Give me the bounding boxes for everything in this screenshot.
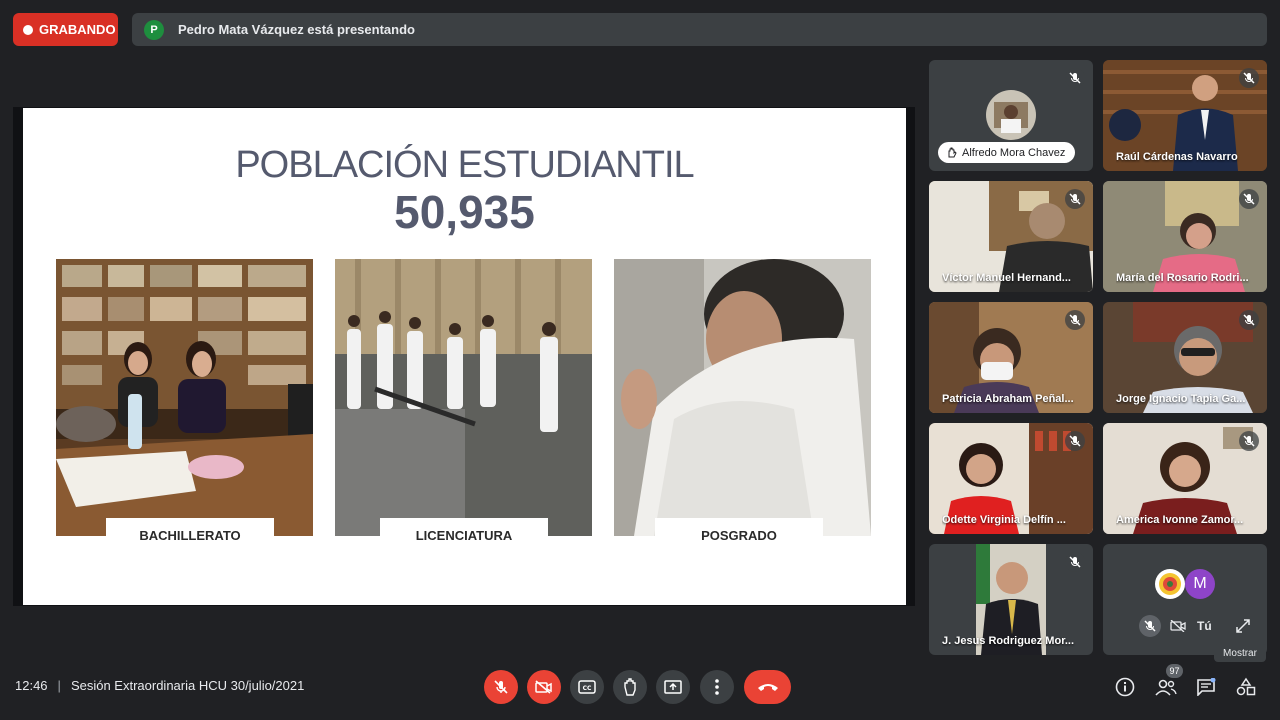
caption-bachillerato: BACHILLERATO: [106, 518, 274, 552]
raised-hand-icon: [948, 147, 957, 158]
presenting-text: Pedro Mata Vázquez está presentando: [178, 22, 415, 37]
participant-name: Víctor Manuel Hernand...: [942, 272, 1071, 284]
participants-button[interactable]: [1155, 676, 1177, 698]
separator: |: [57, 678, 61, 693]
participant-tile[interactable]: Patricia Abraham Peñal...: [929, 302, 1093, 413]
mic-off-icon: [1065, 310, 1085, 330]
meeting-name: Sesión Extraordinaria HCU 30/julio/2021: [70, 678, 305, 693]
slide-number: 50,935: [394, 186, 535, 238]
mic-off-icon: [1239, 68, 1259, 88]
participant-tile[interactable]: María del Rosario Rodri...: [1103, 181, 1267, 292]
camera-toggle-button[interactable]: [527, 670, 561, 704]
expand-icon[interactable]: [1232, 615, 1254, 637]
leave-call-button[interactable]: [744, 670, 791, 704]
self-label: Tú: [1197, 619, 1212, 633]
meeting-info-button[interactable]: [1114, 676, 1136, 698]
meeting-details: 12:46 | Sesión Extraordinaria HCU 30/jul…: [15, 678, 304, 693]
participant-tile[interactable]: Jorge Ignacio Tapia Ga...: [1103, 302, 1267, 413]
activities-icon: [1236, 677, 1256, 696]
raise-hand-icon: [624, 678, 636, 696]
mic-off-icon: [494, 680, 508, 694]
mic-off-icon: [1065, 431, 1085, 451]
chat-icon: [1197, 678, 1216, 696]
presenting-banner: P Pedro Mata Vázquez está presentando: [132, 13, 1267, 46]
people-icon: [1155, 679, 1177, 696]
participant-count-badge: 97: [1166, 664, 1183, 678]
mic-off-icon: [1065, 189, 1085, 209]
recording-indicator[interactable]: GRABANDO: [13, 13, 118, 46]
photo-licenciatura: [335, 259, 592, 536]
mic-toggle-button[interactable]: [484, 670, 518, 704]
mic-off-icon: [1239, 431, 1259, 451]
caption-posgrado: POSGRADO: [655, 518, 823, 552]
show-tooltip: Mostrar: [1214, 644, 1266, 662]
photo-bachillerato: [56, 259, 313, 536]
presentation-stage: POBLACIÓN ESTUDIANTIL 50,935 BACHILLERAT…: [13, 107, 915, 606]
logo-avatar: [1155, 569, 1185, 599]
mic-off-icon: [1065, 68, 1085, 88]
participant-tile[interactable]: America Ivonne Zamor...: [1103, 423, 1267, 534]
present-icon: [664, 680, 682, 694]
raise-hand-button[interactable]: [613, 670, 647, 704]
participant-name: Raúl Cárdenas Navarro: [1116, 151, 1238, 163]
slide-title: POBLACIÓN ESTUDIANTIL: [235, 144, 694, 186]
photo-posgrado: [614, 259, 871, 536]
self-tile[interactable]: M Tú: [1103, 544, 1267, 655]
mic-off-icon: [1239, 310, 1259, 330]
activities-button[interactable]: [1235, 676, 1257, 698]
participant-name: America Ivonne Zamor...: [1116, 514, 1244, 526]
svg-text:CC: CC: [583, 685, 592, 692]
record-dot-icon: [23, 24, 33, 35]
participant-tile[interactable]: Alfredo Mora Chavez: [929, 60, 1093, 171]
camera-off-icon[interactable]: [1167, 615, 1189, 637]
chat-button[interactable]: [1195, 676, 1217, 698]
participant-name-pill: Alfredo Mora Chavez: [938, 142, 1076, 163]
end-call-icon: [757, 684, 778, 691]
captions-icon: CC: [578, 680, 596, 694]
mic-off-icon: [1239, 189, 1259, 209]
participant-name: Odette Virginia Delfín ...: [942, 514, 1066, 526]
recording-label: GRABANDO: [39, 22, 116, 37]
more-options-button[interactable]: [700, 670, 734, 704]
mic-off-icon[interactable]: [1139, 615, 1161, 637]
self-controls: Tú: [1139, 612, 1267, 640]
participant-tile[interactable]: Odette Virginia Delfín ...: [929, 423, 1093, 534]
participant-name: María del Rosario Rodri...: [1116, 272, 1249, 284]
participant-name: Jorge Ignacio Tapia Ga...: [1116, 393, 1246, 405]
presenter-avatar: P: [144, 19, 164, 40]
participant-name: Alfredo Mora Chavez: [962, 146, 1066, 159]
info-icon: [1115, 677, 1135, 697]
self-avatar: M: [1185, 569, 1215, 599]
participant-tile[interactable]: Víctor Manuel Hernand...: [929, 181, 1093, 292]
present-button[interactable]: [656, 670, 690, 704]
participant-name: Patricia Abraham Peñal...: [942, 393, 1074, 405]
clock-time: 12:46: [15, 678, 48, 693]
participant-name: J. Jesus Rodriguez Mor...: [942, 635, 1075, 647]
caption-licenciatura: LICENCIATURA: [380, 518, 548, 552]
mic-off-icon: [1065, 552, 1085, 572]
captions-button[interactable]: CC: [570, 670, 604, 704]
participant-avatar: [986, 90, 1036, 140]
participant-tile[interactable]: J. Jesus Rodriguez Mor...: [929, 544, 1093, 655]
participant-tile[interactable]: Raúl Cárdenas Navarro: [1103, 60, 1267, 171]
camera-off-icon: [535, 680, 552, 694]
slide: POBLACIÓN ESTUDIANTIL 50,935 BACHILLERAT…: [23, 108, 906, 605]
more-vert-icon: [715, 679, 719, 695]
